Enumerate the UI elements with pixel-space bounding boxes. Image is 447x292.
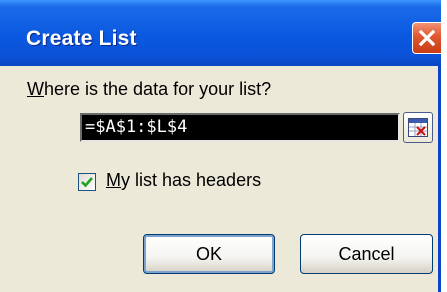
- checkbox-accelerator: M: [106, 170, 121, 190]
- title-bar[interactable]: Create List: [0, 0, 441, 66]
- prompt-text: here is the data for your list?: [44, 79, 272, 99]
- checkmark-icon: [81, 177, 93, 188]
- cancel-button[interactable]: Cancel: [300, 234, 433, 274]
- range-input[interactable]: =$A$1:$L$4: [80, 113, 400, 142]
- range-prompt-label: Where is the data for your list?: [27, 79, 271, 100]
- close-button[interactable]: [412, 22, 441, 54]
- collapse-dialog-icon: [408, 118, 428, 137]
- create-list-dialog: Create List Where is the data for your l…: [0, 0, 441, 292]
- dialog-title: Create List: [26, 27, 137, 50]
- checkbox-text: y list has headers: [121, 170, 262, 190]
- prompt-accelerator: W: [27, 79, 44, 99]
- ok-button[interactable]: OK: [143, 234, 275, 274]
- headers-checkbox-label[interactable]: My list has headers: [106, 170, 261, 191]
- headers-checkbox[interactable]: [78, 173, 96, 191]
- close-icon: [418, 29, 436, 47]
- collapse-dialog-button[interactable]: [403, 112, 433, 143]
